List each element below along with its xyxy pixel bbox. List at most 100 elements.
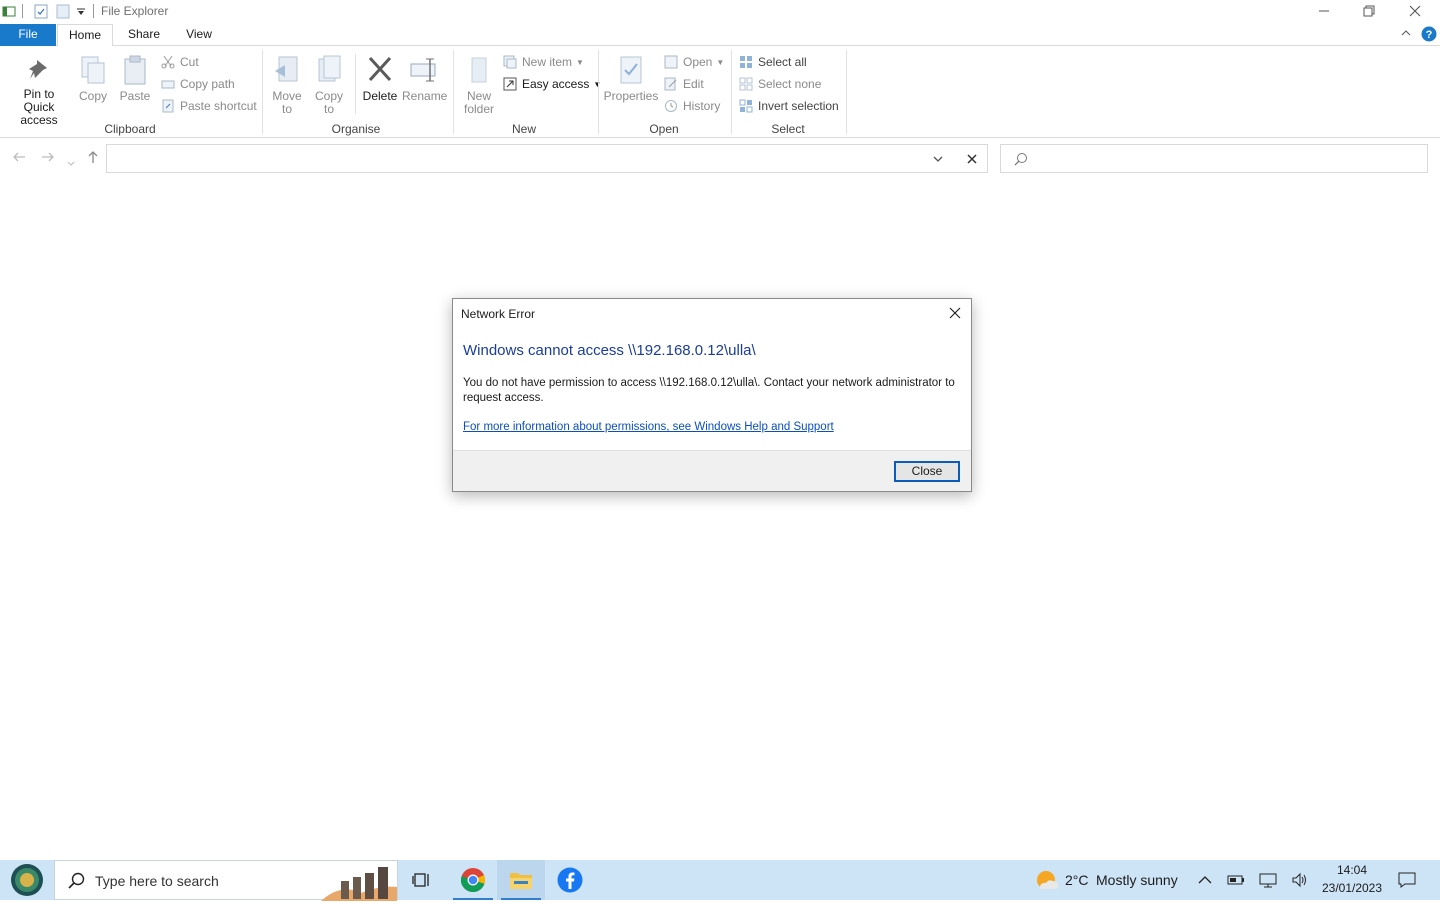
chrome-icon: [460, 868, 486, 893]
minimize-button[interactable]: [1301, 0, 1347, 22]
select-group-label: Select: [771, 122, 805, 136]
taskbar-search-placeholder: Type here to search: [95, 873, 219, 889]
clock-date[interactable]: 23/01/2023: [1318, 881, 1386, 895]
select-all-icon: [739, 55, 753, 69]
paste-shortcut-icon: [161, 99, 175, 113]
restore-button[interactable]: [1346, 0, 1392, 22]
paste-label: Paste: [119, 89, 151, 103]
collapse-ribbon-icon[interactable]: [1400, 27, 1412, 42]
clear-address-icon[interactable]: [966, 153, 978, 168]
move-to-button[interactable]: Move to: [268, 54, 306, 116]
copy-to-icon: [313, 54, 345, 86]
new-item-label: New item: [522, 55, 573, 69]
copy-path-label: Copy path: [180, 77, 235, 91]
ribbon: Pin to Quick access Copy Paste Cut Copy …: [0, 46, 1440, 138]
open-icon: [664, 55, 678, 69]
title-bar: File Explorer: [0, 0, 1440, 24]
scissors-icon: [161, 55, 175, 69]
paste-shortcut-button[interactable]: Paste shortcut: [161, 97, 257, 115]
new-group-label: New: [511, 122, 536, 136]
new-folder-button[interactable]: New folder: [459, 54, 499, 116]
clock-time[interactable]: 14:04: [1322, 863, 1382, 877]
new-item-button[interactable]: New item ▼: [503, 53, 584, 71]
search-highlight-image: [321, 863, 397, 904]
dialog-heading: Windows cannot access \\192.168.0.12\ull…: [463, 342, 756, 359]
task-view-button[interactable]: [398, 860, 446, 900]
cut-label: Cut: [180, 55, 199, 69]
select-all-button[interactable]: Select all: [739, 53, 807, 71]
show-hidden-icons-icon[interactable]: [1195, 870, 1215, 890]
address-dropdown-icon[interactable]: [932, 153, 944, 168]
rename-icon: [408, 54, 440, 86]
weather-temperature[interactable]: 2°C: [1065, 872, 1089, 888]
easy-access-label: Easy access: [522, 77, 590, 91]
close-window-button[interactable]: [1392, 0, 1438, 22]
help-icon[interactable]: ?: [1421, 26, 1437, 45]
paste-icon: [119, 54, 151, 86]
up-icon[interactable]: [86, 150, 100, 167]
taskbar-search-box[interactable]: Type here to search: [54, 860, 398, 901]
dialog-footer: Close: [453, 450, 971, 491]
open-button[interactable]: Open ▼: [664, 53, 724, 71]
paste-button[interactable]: Paste: [117, 54, 153, 103]
file-explorer-taskbar-button[interactable]: [497, 860, 545, 900]
select-all-label: Select all: [758, 55, 807, 69]
close-button[interactable]: Close: [894, 461, 960, 482]
help-and-support-link[interactable]: For more information about permissions, …: [463, 421, 834, 433]
taskbar: Type here to search 2°C Mostly sunny 14:…: [0, 860, 1440, 901]
task-view-icon: [412, 873, 429, 887]
rename-button[interactable]: Rename: [402, 54, 447, 103]
properties-quick-icon[interactable]: [34, 4, 48, 19]
facebook-taskbar-button[interactable]: [546, 860, 594, 900]
search-icon: [67, 872, 85, 893]
new-folder-quick-icon[interactable]: [56, 4, 70, 19]
weather-icon[interactable]: [1034, 868, 1060, 895]
network-error-dialog: Network Error Windows cannot access \\19…: [452, 298, 972, 492]
delete-button[interactable]: Delete: [360, 54, 400, 103]
select-none-button[interactable]: Select none: [739, 75, 821, 93]
dialog-close-icon[interactable]: [947, 305, 963, 321]
search-box[interactable]: [1000, 144, 1428, 173]
minimize-icon: [1319, 10, 1329, 12]
edit-button[interactable]: Edit: [664, 75, 704, 93]
easy-access-button[interactable]: Easy access ▼: [503, 75, 601, 93]
invert-selection-icon: [739, 99, 753, 113]
customize-quick-access-icon[interactable]: [76, 6, 90, 21]
dialog-message: You do not have permission to access \\1…: [463, 377, 955, 404]
select-none-label: Select none: [758, 77, 822, 91]
history-label: History: [683, 99, 721, 113]
recent-locations-icon[interactable]: [67, 154, 75, 170]
invert-selection-button[interactable]: Invert selection: [739, 97, 839, 115]
address-bar[interactable]: [106, 144, 988, 173]
copy-path-button[interactable]: Copy path: [161, 75, 235, 93]
new-item-icon: [503, 55, 517, 69]
weather-description[interactable]: Mostly sunny: [1096, 872, 1178, 888]
copy-button[interactable]: Copy: [76, 54, 110, 103]
tab-share[interactable]: Share: [118, 24, 170, 46]
copy-icon: [77, 54, 109, 86]
network-icon[interactable]: [1258, 870, 1278, 890]
properties-icon: [615, 54, 647, 86]
pin-to-quick-access-button[interactable]: Pin to Quick access: [4, 56, 74, 127]
copy-to-button[interactable]: Copy to: [310, 54, 348, 116]
properties-button[interactable]: Properties: [603, 54, 659, 103]
delete-label: Delete: [362, 89, 398, 103]
tab-view[interactable]: View: [176, 24, 222, 46]
notifications-icon[interactable]: [1397, 870, 1417, 890]
pin-icon: [23, 56, 55, 84]
copy-to-label: Copy to: [314, 89, 343, 116]
forward-icon[interactable]: [41, 150, 55, 167]
edit-label: Edit: [683, 77, 704, 91]
chrome-taskbar-button[interactable]: [449, 860, 497, 900]
history-button[interactable]: History: [664, 97, 720, 115]
window-title: File Explorer: [101, 4, 169, 18]
cut-button[interactable]: Cut: [161, 53, 199, 71]
start-button[interactable]: [0, 860, 54, 900]
clipboard-group-label: Clipboard: [104, 122, 156, 136]
back-icon[interactable]: [12, 150, 26, 167]
tab-file[interactable]: File: [0, 24, 56, 46]
tab-home[interactable]: Home: [57, 24, 113, 47]
battery-icon[interactable]: [1226, 870, 1246, 890]
ribbon-tabs: File Home Share View ?: [0, 24, 1440, 47]
volume-icon[interactable]: [1290, 870, 1310, 890]
